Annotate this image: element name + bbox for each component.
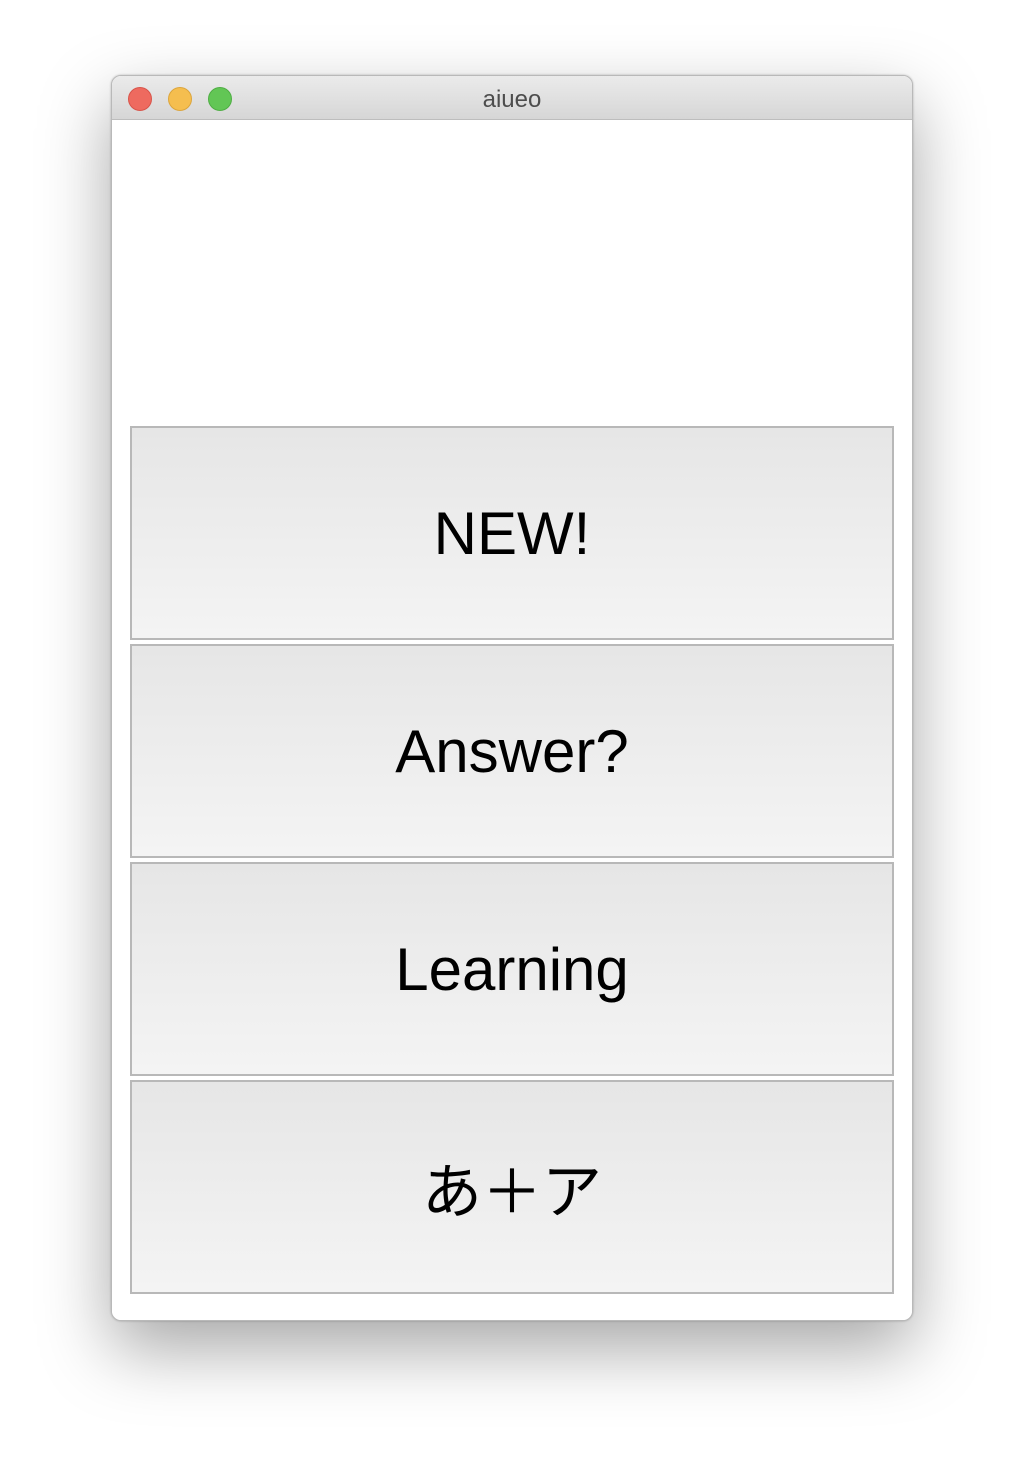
- answer-button[interactable]: Answer?: [130, 644, 894, 858]
- learning-button[interactable]: Learning: [130, 862, 894, 1076]
- window-content: NEW! Answer? Learning あ＋ア: [112, 120, 912, 1320]
- app-window: aiueo NEW! Answer? Learning あ＋ア: [111, 75, 913, 1321]
- new-button[interactable]: NEW!: [130, 426, 894, 640]
- kana-toggle-button[interactable]: あ＋ア: [130, 1080, 894, 1294]
- display-area: [130, 120, 894, 426]
- title-bar[interactable]: aiueo: [112, 76, 912, 120]
- window-title: aiueo: [482, 86, 542, 113]
